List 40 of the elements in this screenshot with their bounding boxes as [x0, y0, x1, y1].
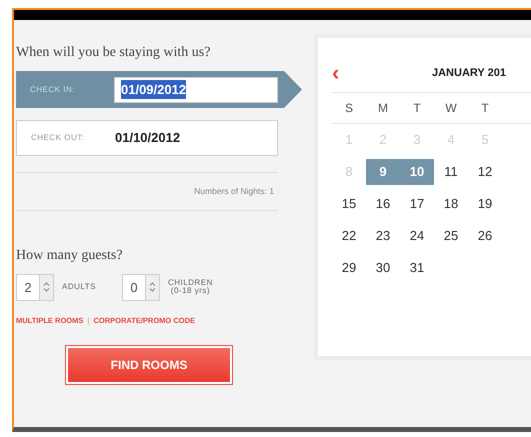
spinner-value: 2 [23, 278, 33, 297]
spinner-value: 0 [129, 278, 139, 297]
spinner-arrows-icon [43, 281, 50, 294]
spinner-label: ADULTS [62, 283, 96, 292]
field-label: CHECK IN: [30, 84, 76, 96]
field-label: CHECK OUT: [31, 132, 86, 144]
calendar-day[interactable]: 31 [400, 255, 434, 281]
question-heading: When will you be staying with us? [16, 44, 212, 62]
date-field[interactable]: 01/09/2012 [114, 76, 278, 102]
guests-heading: How many guests? [16, 246, 124, 265]
weekday-label: S [344, 100, 354, 117]
calendar-day[interactable]: 17 [400, 191, 434, 217]
calendar-day[interactable]: 30 [366, 255, 400, 281]
calendar-day[interactable]: 29 [332, 255, 366, 281]
weekday-label: T [480, 100, 490, 117]
calendar-day[interactable]: 23 [366, 223, 400, 249]
calendar-day[interactable]: 26 [468, 223, 502, 249]
calendar-day[interactable]: 11 [434, 159, 468, 185]
calendar-day[interactable]: 22 [332, 223, 366, 249]
spinner-label: CHILDREN [168, 278, 213, 287]
calendar-day[interactable]: 12 [468, 159, 502, 185]
weekday-label: M [377, 100, 389, 117]
nights-count: Numbers of Nights: 1 [193, 185, 275, 198]
find-rooms-button[interactable]: FIND ROOMS [66, 346, 232, 384]
weekday-label: W [444, 100, 458, 117]
number-spinner[interactable]: 0 [122, 274, 160, 301]
number-spinner[interactable]: 2 [16, 274, 54, 301]
spinner-arrows-icon [148, 281, 156, 294]
weekday-label: T [412, 100, 422, 117]
calendar-day[interactable]: 25 [434, 223, 468, 249]
age-range: (0-18 yrs) [170, 287, 212, 296]
calendar-day[interactable]: 24 [400, 223, 434, 249]
calendar-day[interactable]: 15 [332, 191, 366, 217]
date-value: 01/10/2012 [115, 129, 180, 148]
date-field[interactable]: CHECK OUT: 01/10/2012 [16, 120, 278, 156]
calendar-day[interactable]: 16 [366, 191, 400, 217]
previous-month-button[interactable]: ‹ [332, 62, 432, 84]
month-title: JANUARY 201 [432, 66, 506, 81]
calendar-day[interactable]: 19 [468, 191, 502, 217]
calendar-day[interactable]: 18 [434, 191, 468, 217]
